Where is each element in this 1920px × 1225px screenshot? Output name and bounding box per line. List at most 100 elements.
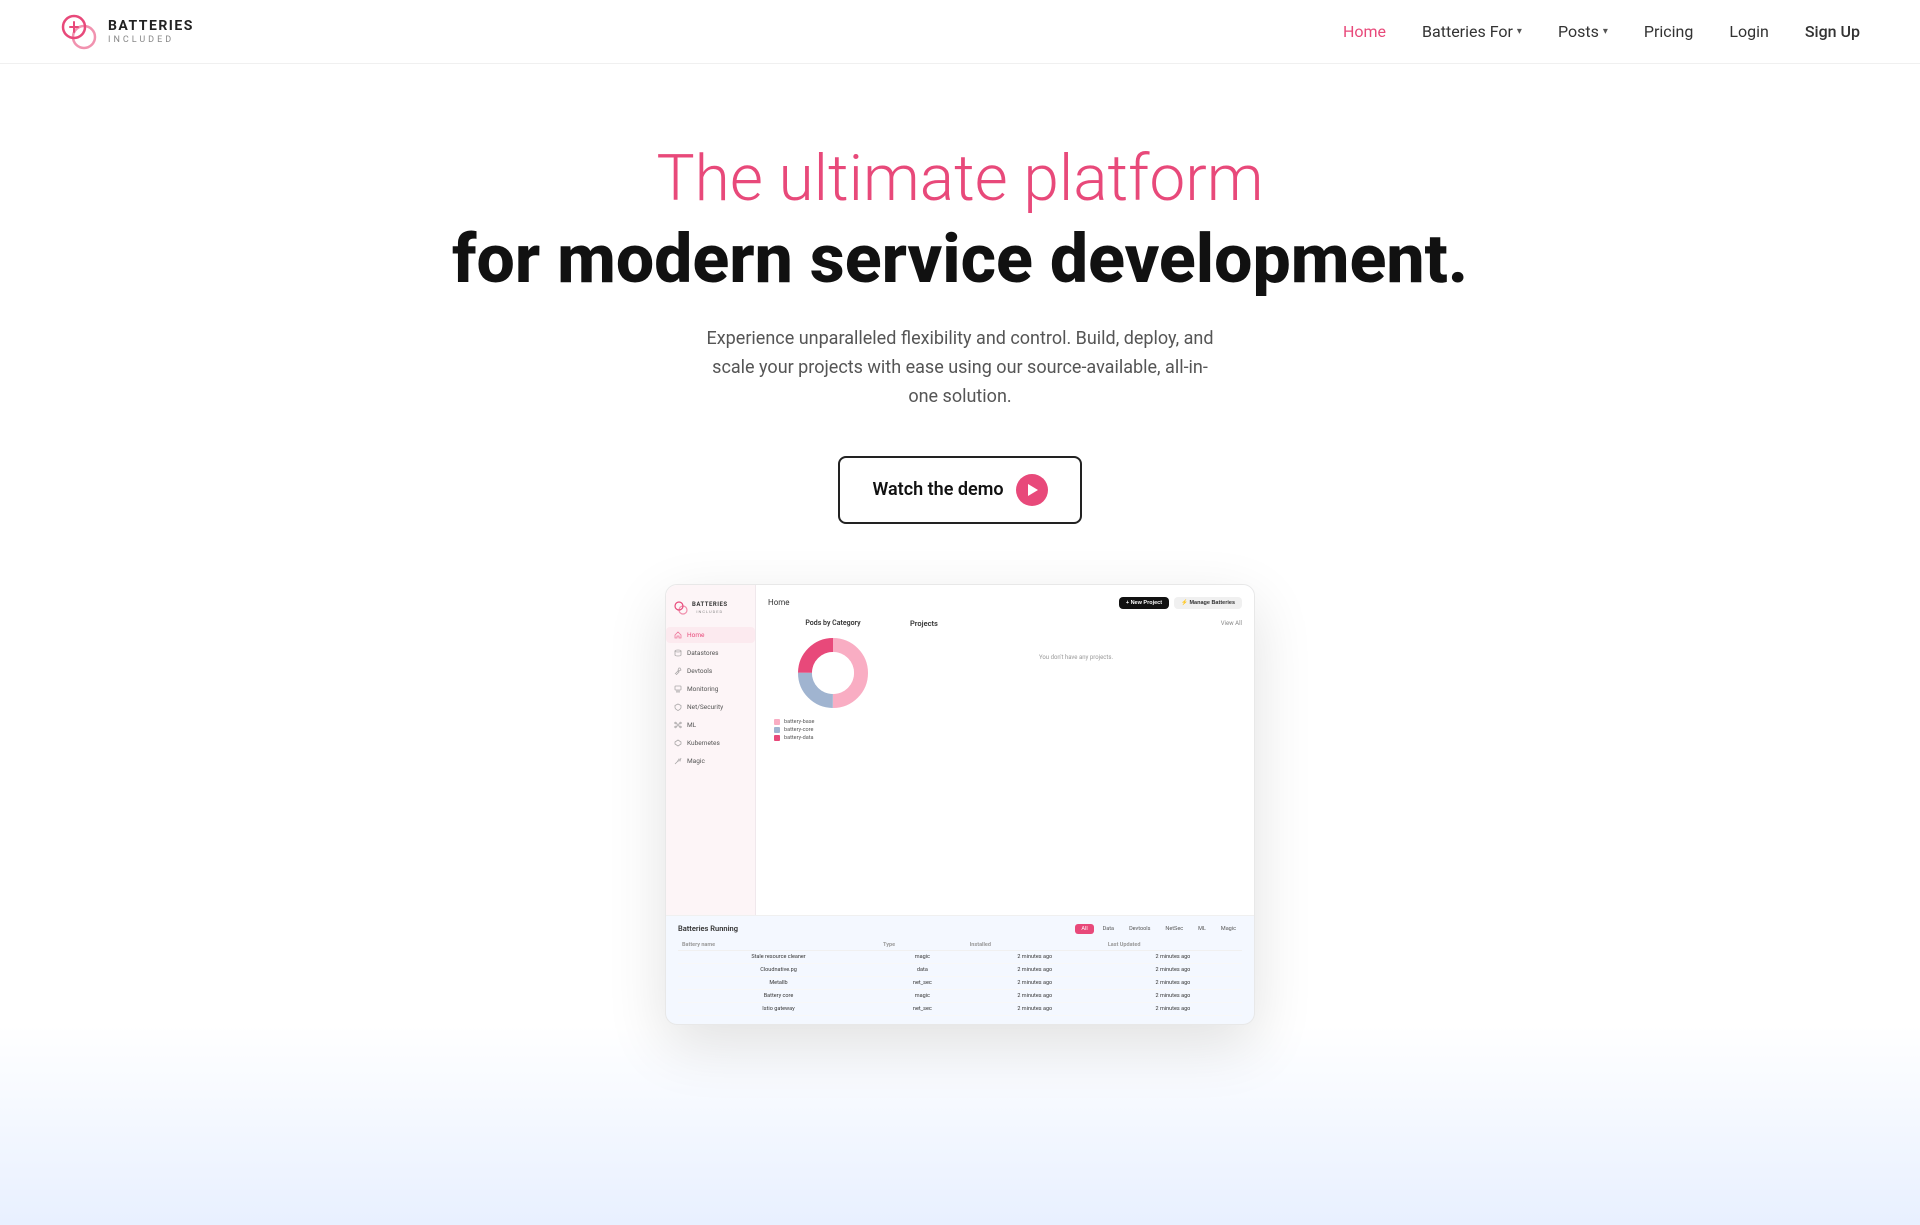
cell-installed: 2 minutes ago (966, 963, 1104, 976)
nav-item-home[interactable]: Home (1343, 22, 1386, 41)
dash-nav-ml[interactable]: ML (666, 717, 755, 733)
dash-nav-magic[interactable]: Magic (666, 753, 755, 769)
dash-nav-monitoring[interactable]: Monitoring (666, 681, 755, 697)
col-battery-name: Battery name (678, 940, 879, 951)
nav-item-posts[interactable]: Posts ▾ (1558, 22, 1608, 41)
bottom-gradient (0, 1025, 1920, 1225)
dash-btn-group: + New Project ⚡ Manage Batteries (1119, 597, 1242, 609)
tools-icon (674, 667, 682, 675)
dash-nav-home[interactable]: Home (666, 627, 755, 643)
cell-name: Cloudnative.pg (678, 963, 879, 976)
legend-item-data: battery-data (774, 735, 892, 741)
col-last-updated: Last Updated (1104, 940, 1242, 951)
batteries-section: Batteries Running All Data Devtools NetS… (666, 915, 1254, 1024)
hero-subtitle: Experience unparalleled flexibility and … (700, 325, 1220, 411)
dash-nav-label: Home (687, 631, 705, 639)
nav-link-home[interactable]: Home (1343, 22, 1386, 41)
col-type: Type (879, 940, 966, 951)
shield-icon (674, 703, 682, 711)
brand-name: BATTERIES (108, 18, 194, 35)
donut-chart-svg (793, 633, 873, 713)
cell-updated: 2 minutes ago (1104, 976, 1242, 989)
navbar: BATTERIES INCLUDED Home Batteries For ▾ … (0, 0, 1920, 64)
cell-type: net_sec (879, 976, 966, 989)
dash-nav-kubernetes[interactable]: Kubernetes (666, 735, 755, 751)
cell-installed: 2 minutes ago (966, 950, 1104, 963)
nav-link-posts[interactable]: Posts ▾ (1558, 22, 1608, 41)
cell-updated: 2 minutes ago (1104, 963, 1242, 976)
cta-label: Watch the demo (872, 479, 1003, 500)
nav-item-signup[interactable]: Sign Up (1805, 22, 1860, 41)
filter-tabs: All Data Devtools NetSec ML Magic (1075, 924, 1242, 934)
new-project-button[interactable]: + New Project (1119, 597, 1169, 609)
dash-top-header: Home + New Project ⚡ Manage Batteries (768, 597, 1242, 609)
dash-logo-text: BATTERIESINCLUDED (692, 601, 728, 615)
legend-item-base: battery-base (774, 719, 892, 725)
filter-netsec[interactable]: NetSec (1159, 924, 1189, 934)
table-row: Metallb net_sec 2 minutes ago 2 minutes … (678, 976, 1242, 989)
filter-ml[interactable]: ML (1192, 924, 1212, 934)
table-row: Battery core magic 2 minutes ago 2 minut… (678, 989, 1242, 1002)
dash-nav-label: ML (687, 721, 696, 729)
cell-name: Battery core (678, 989, 879, 1002)
projects-panel: Projects View All You don't have any pro… (910, 619, 1242, 741)
legend-color-data (774, 735, 780, 741)
filter-devtools[interactable]: Devtools (1123, 924, 1156, 934)
database-icon (674, 649, 682, 657)
nav-item-pricing[interactable]: Pricing (1644, 22, 1694, 41)
dash-nav-devtools[interactable]: Devtools (666, 663, 755, 679)
filter-data[interactable]: Data (1097, 924, 1120, 934)
cell-type: net_sec (879, 1002, 966, 1015)
chart-legend: battery-base battery-core battery-data (768, 719, 898, 741)
play-icon (1016, 474, 1048, 506)
dash-page-title: Home (768, 598, 790, 607)
legend-color-base (774, 719, 780, 725)
hero-title-pink: The ultimate platform (656, 144, 1263, 214)
dashboard-preview: BATTERIESINCLUDED Home Datastores Devtoo… (665, 584, 1255, 1025)
nav-link-batteries-for[interactable]: Batteries For ▾ (1422, 22, 1522, 41)
no-projects-message: You don't have any projects. (910, 634, 1242, 681)
dash-nav-label: Monitoring (687, 685, 718, 693)
hero-title-black: for modern service development. (452, 222, 1468, 297)
dash-body: Pods by Category (768, 619, 1242, 741)
dash-sidebar: BATTERIESINCLUDED Home Datastores Devtoo… (666, 585, 756, 915)
dash-nav-datastores[interactable]: Datastores (666, 645, 755, 661)
logo-icon (60, 13, 98, 51)
batteries-header: Batteries Running All Data Devtools NetS… (678, 924, 1242, 934)
manage-batteries-button[interactable]: ⚡ Manage Batteries (1174, 597, 1242, 609)
nav-link-signup[interactable]: Sign Up (1805, 22, 1860, 41)
chart-panel: Pods by Category (768, 619, 898, 741)
table-row: Istio gateway net_sec 2 minutes ago 2 mi… (678, 1002, 1242, 1015)
dash-nav-label: Devtools (687, 667, 712, 675)
col-installed: Installed (966, 940, 1104, 951)
batteries-table: Battery name Type Installed Last Updated… (678, 940, 1242, 1016)
legend-item-core: battery-core (774, 727, 892, 733)
nav-item-batteries-for[interactable]: Batteries For ▾ (1422, 22, 1522, 41)
cell-updated: 2 minutes ago (1104, 950, 1242, 963)
cell-name: Metallb (678, 976, 879, 989)
kubernetes-icon (674, 739, 682, 747)
legend-label-data: battery-data (784, 735, 814, 741)
nav-link-pricing[interactable]: Pricing (1644, 22, 1694, 41)
cell-installed: 2 minutes ago (966, 989, 1104, 1002)
cell-type: magic (879, 989, 966, 1002)
legend-label-core: battery-core (784, 727, 813, 733)
nav-link-login[interactable]: Login (1729, 22, 1768, 41)
filter-all[interactable]: All (1075, 924, 1093, 934)
nav-item-login[interactable]: Login (1729, 22, 1768, 41)
donut-chart (768, 633, 898, 713)
logo[interactable]: BATTERIES INCLUDED (60, 13, 194, 51)
dash-logo: BATTERIESINCLUDED (666, 597, 755, 625)
watch-demo-button[interactable]: Watch the demo (838, 456, 1081, 524)
projects-title: Projects (910, 619, 938, 628)
dash-nav-label: Datastores (687, 649, 719, 657)
chart-title: Pods by Category (768, 619, 898, 627)
dash-nav-label: Kubernetes (687, 739, 720, 747)
projects-header: Projects View All (910, 619, 1242, 628)
view-all-link[interactable]: View All (1221, 620, 1242, 627)
table-row: Cloudnative.pg data 2 minutes ago 2 minu… (678, 963, 1242, 976)
filter-magic[interactable]: Magic (1215, 924, 1242, 934)
dash-nav-netsecurity[interactable]: Net/Security (666, 699, 755, 715)
table-row: Stale resource cleaner magic 2 minutes a… (678, 950, 1242, 963)
cell-updated: 2 minutes ago (1104, 1002, 1242, 1015)
